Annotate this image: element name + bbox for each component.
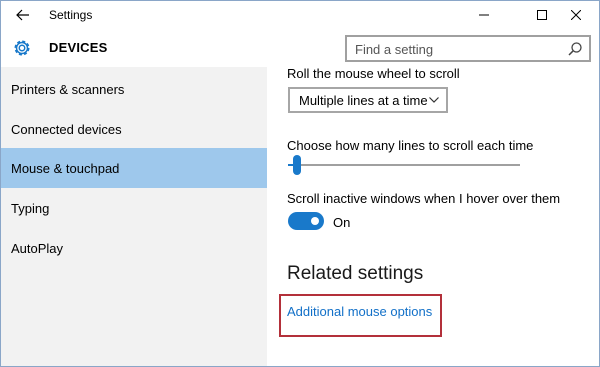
sidebar-item-label: Printers & scanners <box>11 81 125 97</box>
sidebar: Printers & scanners Connected devices Mo… <box>1 67 267 366</box>
app-title: Settings <box>49 8 93 22</box>
sidebar-item-connected-devices[interactable]: Connected devices <box>1 109 267 149</box>
scroll-lines-slider-thumb[interactable] <box>292 155 301 175</box>
scroll-mode-dropdown[interactable]: Multiple lines at a time <box>288 87 448 113</box>
sidebar-item-label: AutoPlay <box>11 240 64 256</box>
sidebar-item-label: Mouse & touchpad <box>11 160 120 176</box>
close-icon <box>571 10 581 20</box>
toggle-knob <box>311 217 319 225</box>
sidebar-item-printers-scanners[interactable]: Printers & scanners <box>1 69 267 109</box>
sidebar-item-typing[interactable]: Typing <box>1 188 267 228</box>
settings-window: Settings DEVICES Find a setting Printers… <box>0 0 600 367</box>
close-button[interactable] <box>553 1 599 29</box>
chevron-down-icon <box>429 97 439 103</box>
scroll-inactive-toggle[interactable] <box>288 212 324 230</box>
sidebar-item-autoplay[interactable]: AutoPlay <box>1 228 267 268</box>
search-icon[interactable] <box>567 41 583 57</box>
search-input[interactable] <box>355 40 555 58</box>
scroll-inactive-label: Scroll inactive windows when I hover ove… <box>287 191 561 206</box>
maximize-icon <box>537 10 547 20</box>
title-bar: Settings <box>1 1 599 29</box>
search-box[interactable] <box>345 35 591 62</box>
sidebar-item-label: Typing <box>11 200 50 216</box>
page-header: DEVICES <box>1 29 599 67</box>
scroll-lines-label: Choose how many lines to scroll each tim… <box>287 138 534 153</box>
back-arrow-icon <box>16 9 29 21</box>
minimize-button[interactable] <box>461 1 507 29</box>
back-button[interactable] <box>1 1 45 29</box>
scroll-mode-label: Roll the mouse wheel to scroll <box>287 66 460 81</box>
annotation-highlight-box <box>279 294 442 337</box>
scroll-mode-value: Multiple lines at a time <box>299 92 428 108</box>
page-title: DEVICES <box>49 40 108 55</box>
minimize-icon <box>479 14 489 16</box>
sidebar-item-label: Connected devices <box>11 121 122 137</box>
scroll-lines-slider-track[interactable] <box>288 164 520 166</box>
toggle-state-label: On <box>333 215 351 230</box>
related-settings-heading: Related settings <box>287 263 424 284</box>
sidebar-item-mouse-touchpad[interactable]: Mouse & touchpad <box>1 148 267 188</box>
gear-icon <box>14 40 30 56</box>
